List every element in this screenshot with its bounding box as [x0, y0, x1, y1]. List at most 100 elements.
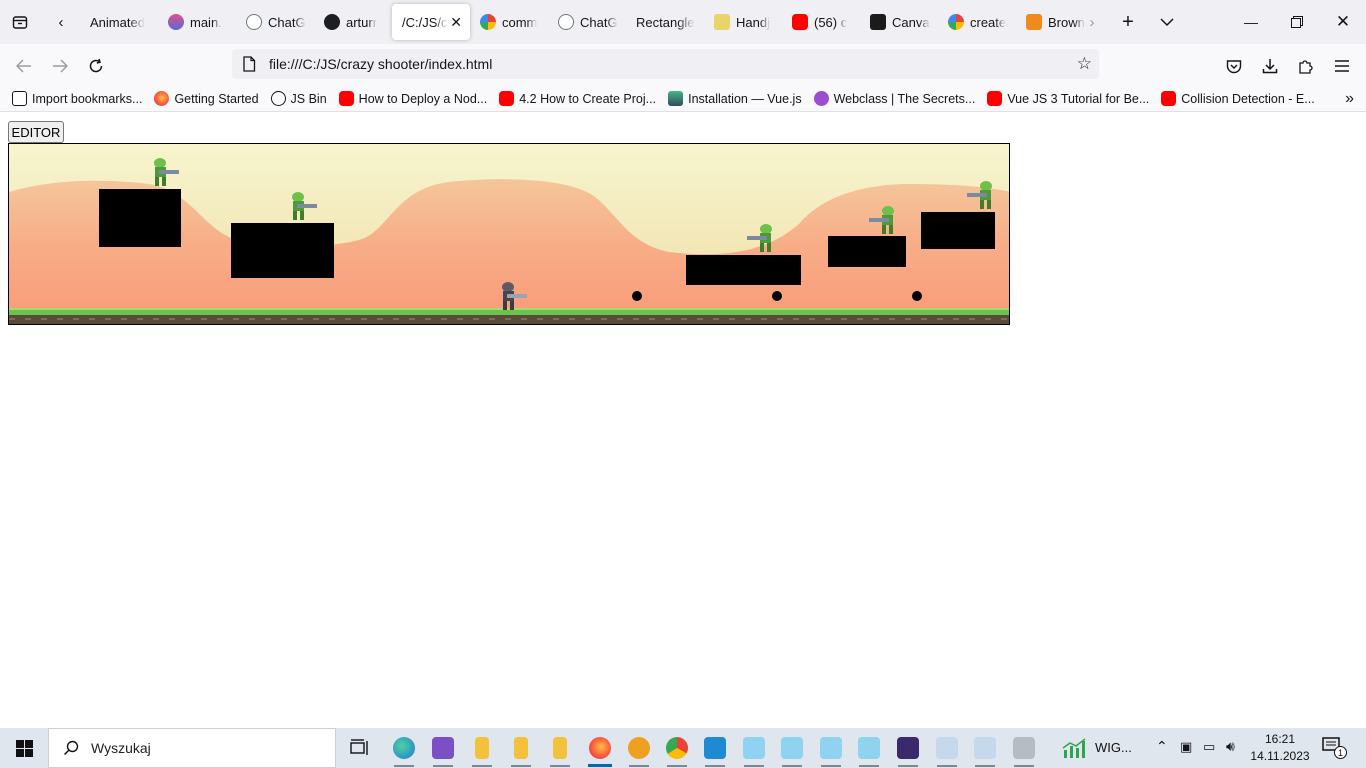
youtube-icon	[1161, 91, 1177, 106]
stocks-widget-label[interactable]: WIG...	[1095, 740, 1132, 755]
url-text[interactable]: file:///C:/JS/crazy shooter/index.html	[269, 56, 492, 72]
restore-button[interactable]	[1274, 8, 1320, 36]
tab-title: Canva	[892, 14, 930, 30]
speaker-icon[interactable]: 🔊︎	[1226, 738, 1235, 755]
tab[interactable]: Animated	[80, 4, 158, 40]
tab-active[interactable]: /C:/JS/c ✕	[392, 4, 470, 40]
terminal-icon	[897, 737, 919, 759]
taskbar-edge[interactable]	[388, 732, 420, 767]
taskbar-app-2[interactable]	[776, 732, 808, 767]
close-tab-icon[interactable]: ✕	[450, 14, 462, 31]
taskbar-paint-1[interactable]	[931, 732, 963, 767]
bookmark-item[interactable]: Webclass | The Secrets...	[813, 91, 975, 106]
bookmark-label: Getting Started	[174, 91, 259, 106]
editor-button[interactable]: EDITOR	[8, 121, 64, 143]
taskbar-app-5[interactable]	[1008, 732, 1040, 767]
stocks-widget[interactable]	[1058, 732, 1090, 764]
tab[interactable]: comm	[470, 4, 548, 40]
tab[interactable]: (56) c	[782, 4, 860, 40]
bookmark-item[interactable]: JS Bin	[270, 91, 327, 106]
bookmark-item[interactable]: Getting Started	[154, 91, 259, 106]
task-view-button[interactable]	[344, 732, 376, 764]
battery-icon[interactable]: ▭	[1203, 739, 1215, 755]
meet-icon[interactable]: ▣	[1180, 739, 1192, 755]
platform	[828, 236, 906, 267]
tab[interactable]: ChatG	[548, 4, 626, 40]
tab[interactable]: Rectangle	[626, 4, 704, 40]
tab-title: Rectangle	[636, 14, 695, 30]
taskbar-visual-studio[interactable]	[427, 732, 459, 767]
minimize-button[interactable]: —	[1228, 8, 1274, 36]
taskbar-app-1[interactable]	[738, 732, 770, 767]
chrome-icon	[666, 737, 688, 759]
bookmark-item[interactable]: 4.2 How to Create Proj...	[499, 91, 656, 106]
downloads-button[interactable]	[1255, 51, 1285, 81]
pocket-button[interactable]	[1219, 51, 1249, 81]
taskbar-file-explorer-3[interactable]	[544, 732, 576, 767]
taskbar-chrome[interactable]	[661, 732, 693, 767]
taskbar-firefox[interactable]	[584, 732, 616, 767]
notepad-icon	[743, 737, 765, 759]
app-menu-button[interactable]	[1327, 51, 1357, 81]
puzzle-icon	[1299, 60, 1313, 74]
bookmark-item[interactable]: Import bookmarks...	[12, 91, 142, 106]
taskbar-paint-2[interactable]	[969, 732, 1001, 767]
clock-date: 14.11.2023	[1250, 749, 1310, 763]
tab-title: ChatG	[268, 14, 306, 30]
restore-icon	[1291, 16, 1303, 28]
folder-icon	[514, 737, 528, 759]
back-button[interactable]	[9, 51, 39, 81]
taskbar-vscode[interactable]	[699, 732, 731, 767]
start-button[interactable]	[0, 728, 48, 768]
bookmark-item[interactable]: Collision Detection - E...	[1161, 91, 1315, 106]
notifications-button[interactable]: 1	[1322, 737, 1347, 759]
brown-icon	[1026, 14, 1042, 30]
download-icon	[1262, 59, 1278, 74]
forward-button[interactable]	[45, 51, 75, 81]
chevron-up-icon[interactable]: ⌃	[1156, 738, 1168, 755]
list-all-tabs-button[interactable]	[1152, 7, 1182, 37]
extensions-button[interactable]	[1291, 51, 1321, 81]
tab-scroll-left-button[interactable]: ‹	[46, 7, 76, 37]
tab[interactable]: main.	[158, 4, 236, 40]
taskbar-terminal[interactable]	[892, 732, 924, 767]
youtube-icon	[792, 14, 808, 30]
taskbar-search[interactable]: Wyszukaj	[48, 728, 336, 768]
firefox-view-button[interactable]	[5, 7, 35, 37]
tab-title: /C:/JS/c	[402, 14, 448, 30]
tab[interactable]: ChatG	[236, 4, 314, 40]
bookmark-label: JS Bin	[290, 91, 327, 106]
stocks-chart-icon	[1062, 738, 1086, 758]
tab[interactable]: arturr	[314, 4, 392, 40]
import-icon	[12, 91, 27, 106]
tab-scroll-right-button[interactable]: ›	[1077, 7, 1107, 37]
tab[interactable]: Handj	[704, 4, 782, 40]
bookmark-star-icon[interactable]: ☆	[1077, 54, 1092, 74]
bookmark-item[interactable]: How to Deploy a Nod...	[338, 91, 487, 106]
reload-button[interactable]	[81, 51, 111, 81]
tab-title: create	[970, 14, 1007, 30]
tab-strip: ‹ Animated main. ChatG arturr/C:/JS/c ✕ comm C…	[0, 0, 1366, 44]
close-window-button[interactable]: ✕	[1320, 8, 1366, 36]
address-bar[interactable]: file:///C:/JS/crazy shooter/index.html ☆	[232, 49, 1099, 79]
youtube-icon	[987, 91, 1003, 106]
chatgpt-icon	[558, 14, 574, 30]
tab[interactable]: Canva	[860, 4, 938, 40]
bookmark-item[interactable]: Installation — Vue.js	[668, 91, 802, 106]
clock-time: 16:21	[1264, 732, 1296, 746]
chevron-double-right-icon[interactable]: »	[1345, 90, 1354, 108]
bookmark-item[interactable]: Vue JS 3 Tutorial for Be...	[987, 91, 1149, 106]
firefox-view-icon	[12, 16, 28, 29]
tab[interactable]: create	[938, 4, 1016, 40]
new-tab-button[interactable]: +	[1113, 7, 1143, 37]
taskbar-file-explorer-2[interactable]	[505, 732, 537, 767]
taskbar-app-4[interactable]	[853, 732, 885, 767]
clock[interactable]: 16:21 14.11.2023	[1250, 731, 1310, 765]
bookmarks-toolbar: Import bookmarks... Getting Started JS Bin…	[0, 86, 1366, 112]
taskbar-brave[interactable]	[623, 732, 655, 767]
taskbar-app-3[interactable]	[815, 732, 847, 767]
taskbar-file-explorer-1[interactable]	[466, 732, 498, 767]
youtube-icon	[499, 91, 515, 106]
windows-taskbar: Wyszukaj WIG... ⌃ ▣ ▭ 🔊︎ 16:21 14.11.202…	[0, 728, 1366, 768]
game-canvas[interactable]	[8, 143, 1010, 325]
